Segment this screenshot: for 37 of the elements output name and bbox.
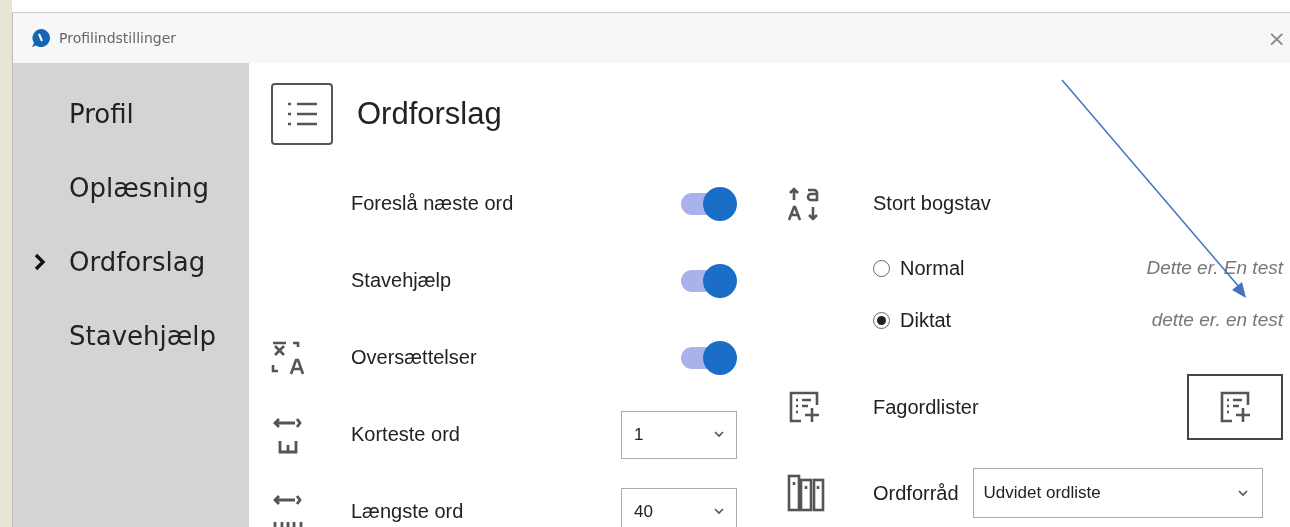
toggle-switch[interactable] — [681, 263, 737, 298]
chevron-down-icon — [714, 508, 724, 515]
option-label: Normal — [900, 256, 966, 280]
list-add-icon — [1218, 390, 1252, 424]
list-icon — [271, 83, 333, 145]
setting-label: Oversættelser — [351, 346, 478, 369]
setting-label: Foreslå næste ord — [351, 192, 515, 215]
toggle-switch[interactable] — [681, 340, 737, 375]
books-icon — [787, 474, 825, 512]
setting-label: Fagordlister — [873, 395, 980, 419]
vocabulary-dropdown[interactable]: Udvidet ordliste — [972, 468, 1263, 518]
setting-label: Korteste ord — [351, 423, 461, 446]
radio-button[interactable] — [873, 311, 890, 329]
setting-label: Ordforråd — [873, 481, 959, 505]
list-add-icon — [787, 390, 821, 424]
radio-button[interactable] — [873, 259, 890, 277]
setting-label: Stort bogstav — [873, 192, 992, 215]
sidebar-item[interactable]: Profil — [13, 77, 249, 151]
add-list-button[interactable] — [1187, 374, 1283, 440]
sidebar-item[interactable]: Ordforslag — [13, 225, 249, 299]
letter-case-icon — [787, 185, 821, 222]
number-dropdown[interactable]: 40 — [621, 487, 737, 527]
chevron-down-icon — [714, 431, 724, 438]
sidebar-item[interactable]: Oplæsning — [13, 151, 249, 225]
page-title: Ordforslag — [357, 96, 502, 132]
toggle-switch[interactable] — [681, 186, 737, 221]
sidebar-item[interactable]: Stavehjælp — [13, 299, 249, 373]
chevron-down-icon — [1237, 489, 1248, 497]
translate-icon — [271, 339, 305, 376]
window-title: Profilindstillinger — [59, 30, 177, 46]
setting-label: Stavehjælp — [351, 269, 453, 292]
number-dropdown[interactable]: 1 — [621, 410, 737, 459]
speech-bubble-icon — [31, 28, 51, 48]
example-text: Dette er. En test — [1146, 257, 1283, 279]
option-label: Diktat — [900, 308, 953, 332]
setting-label: Længste ord — [351, 500, 465, 523]
example-text: dette er. en test — [1151, 309, 1283, 331]
